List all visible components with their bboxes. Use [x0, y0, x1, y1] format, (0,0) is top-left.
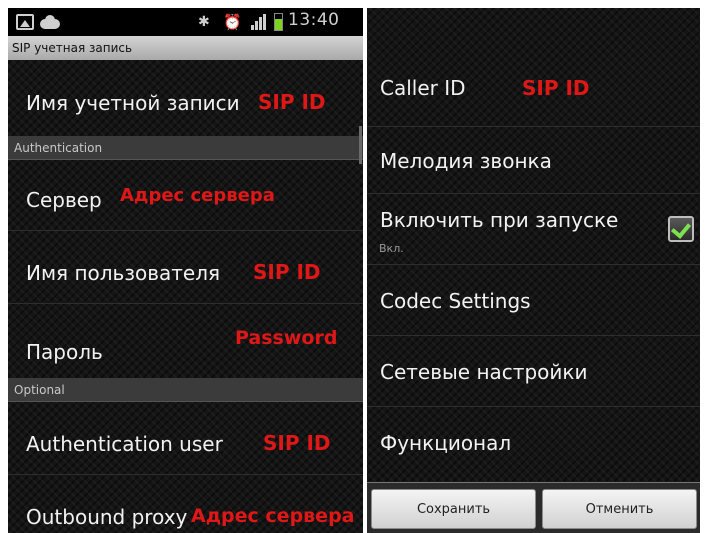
username-item[interactable]: Имя пользователя SIP ID [8, 231, 363, 303]
password-item[interactable]: Пароль Password [8, 304, 363, 376]
password-label: Пароль [26, 340, 103, 364]
caller-id-value: SIP ID [522, 76, 590, 100]
section-optional: Optional [8, 378, 363, 402]
button-bar: Сохранить Отменить [367, 482, 700, 533]
section-authentication: Authentication [8, 136, 363, 160]
server-label: Сервер [26, 188, 102, 212]
password-value: Password [235, 327, 338, 349]
account-name-value: SIP ID [258, 90, 326, 114]
screen-title: SIP учетная запись [8, 36, 363, 60]
autostart-item[interactable]: Включить при запуске Вкл. [367, 194, 700, 264]
account-name-item[interactable]: Имя учетной записи SIP ID [8, 60, 363, 134]
cloud-icon [40, 14, 60, 30]
outbound-proxy-value: Адрес сервера [191, 505, 355, 527]
features-item[interactable]: Функционал [367, 407, 700, 477]
auth-user-item[interactable]: Authentication user SIP ID [8, 402, 363, 474]
status-bar: ✱ ⏰ 13:40 [8, 8, 363, 36]
outbound-proxy-label: Outbound proxy [26, 505, 188, 529]
auth-user-value: SIP ID [263, 431, 331, 455]
ringtone-item[interactable]: Мелодия звонка [367, 127, 700, 193]
alarm-icon: ⏰ [223, 13, 242, 31]
username-label: Имя пользователя [26, 261, 221, 285]
scrollbar[interactable] [359, 126, 362, 164]
caller-id-item[interactable]: Caller ID SIP ID [367, 58, 700, 126]
autostart-label: Включить при запуске [380, 208, 619, 232]
nfc-icon: ✱ [198, 14, 210, 30]
right-screen: Caller ID SIP ID Мелодия звонка Включить… [367, 8, 700, 533]
account-name-label: Имя учетной записи [26, 91, 240, 115]
autostart-checkbox[interactable] [668, 216, 694, 242]
codec-settings-label: Codec Settings [380, 289, 531, 313]
ringtone-label: Мелодия звонка [380, 149, 552, 173]
checkmark-icon [670, 218, 692, 239]
server-item[interactable]: Сервер Адрес сервера [8, 160, 363, 230]
clock: 13:40 [288, 10, 340, 30]
battery-icon [274, 13, 283, 31]
username-value: SIP ID [253, 260, 321, 284]
cancel-button[interactable]: Отменить [542, 489, 697, 529]
features-label: Функционал [380, 431, 512, 455]
save-button[interactable]: Сохранить [371, 489, 536, 529]
signal-icon [251, 14, 269, 30]
caller-id-label: Caller ID [380, 76, 466, 100]
gallery-icon [16, 14, 34, 30]
network-settings-item[interactable]: Сетевые настройки [367, 336, 700, 406]
autostart-summary: Вкл. [379, 242, 404, 255]
codec-settings-item[interactable]: Codec Settings [367, 265, 700, 335]
outbound-proxy-item[interactable]: Outbound proxy Адрес сервера [8, 475, 363, 533]
left-screen: ✱ ⏰ 13:40 SIP учетная запись Имя учетной… [8, 8, 363, 533]
server-value: Адрес сервера [120, 185, 275, 206]
network-settings-label: Сетевые настройки [380, 360, 588, 384]
auth-user-label: Authentication user [26, 432, 223, 456]
